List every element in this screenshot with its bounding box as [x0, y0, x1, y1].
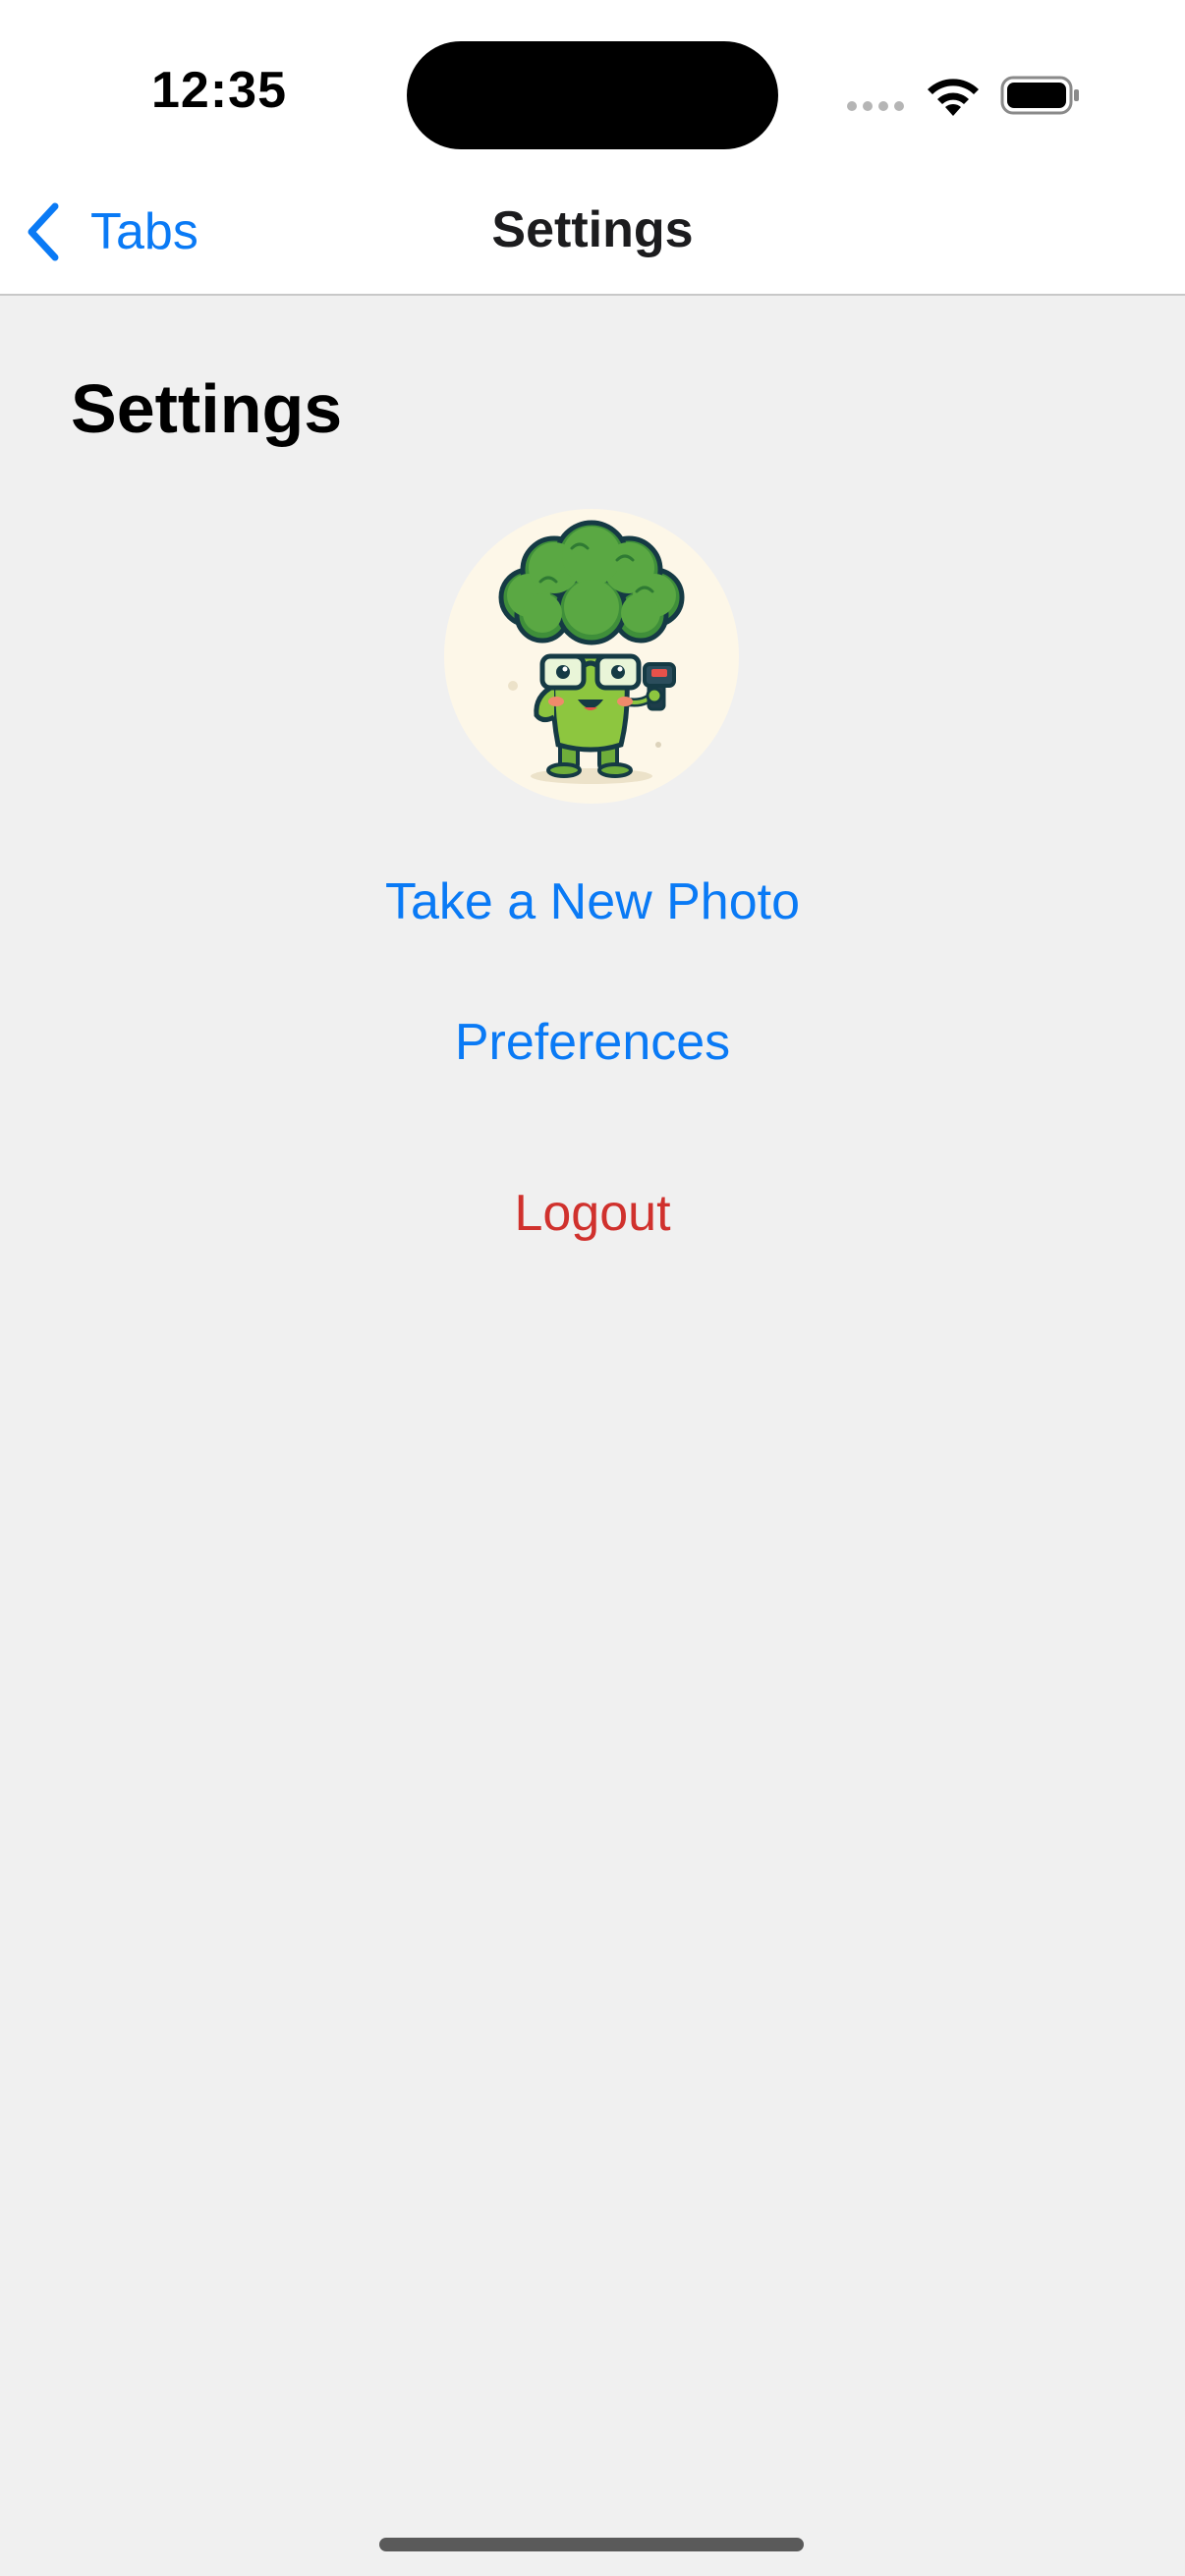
logout-label: Logout	[514, 1185, 671, 1242]
take-new-photo-label: Take a New Photo	[384, 873, 801, 930]
chevron-left-icon	[28, 202, 59, 261]
logout-button[interactable]: Logout	[0, 1184, 1185, 1243]
settings-screen: 12:35 Tabs Settings Settings Take a New …	[0, 0, 1185, 2576]
preferences-button[interactable]: Preferences	[0, 1013, 1185, 1072]
avatar	[444, 509, 739, 804]
home-indicator[interactable]	[379, 2538, 804, 2551]
take-new-photo-button[interactable]: Take a New Photo	[0, 872, 1185, 931]
page-title: Settings	[71, 370, 343, 447]
preferences-label: Preferences	[454, 1014, 731, 1071]
back-button-label: Tabs	[90, 203, 198, 260]
status-time: 12:35	[151, 62, 287, 119]
battery-icon	[1000, 76, 1079, 115]
wifi-icon	[928, 79, 979, 116]
back-button[interactable]: Tabs	[24, 200, 198, 263]
cellular-signal-icon	[847, 101, 904, 111]
dynamic-island	[407, 41, 778, 149]
top-bar: 12:35 Tabs Settings	[0, 0, 1185, 296]
broccoli-mascot-icon	[498, 520, 685, 784]
